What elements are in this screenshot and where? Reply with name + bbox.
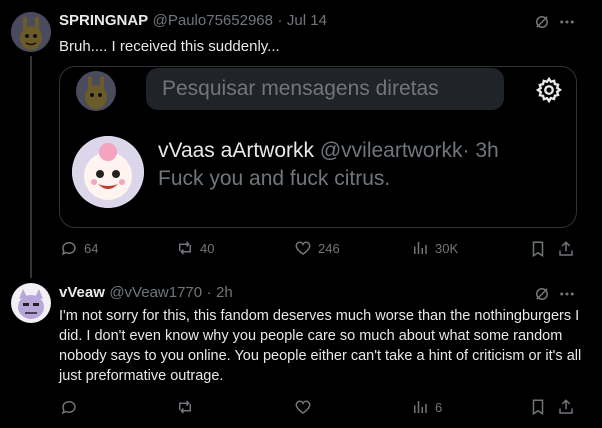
timestamp[interactable]: Jul 14 [287, 12, 327, 29]
views-count: 30K [435, 240, 459, 256]
tweet-text: Bruh.... I received this suddenly... [59, 38, 280, 55]
separator: · [277, 12, 283, 29]
repost-count: 40 [200, 240, 215, 256]
heart-icon [295, 400, 311, 414]
more-dots-icon[interactable] [558, 13, 576, 36]
reply-button[interactable]: 64 [60, 239, 98, 257]
search-input[interactable]: Pesquisar mensagens diretas [146, 68, 504, 110]
handle[interactable]: @vVeaw1770 [109, 284, 202, 301]
views-button[interactable]: 6 [411, 398, 442, 416]
dm-time: 3h [475, 139, 499, 162]
like-button[interactable] [294, 398, 312, 416]
embed-avatar [76, 71, 116, 111]
views-chart-icon [414, 401, 427, 413]
repost-button[interactable] [176, 398, 194, 416]
display-name[interactable]: SPRINGNAP [59, 12, 148, 29]
avatar-springnap[interactable] [11, 12, 51, 52]
dm-separator: · [462, 139, 470, 162]
repost-button[interactable]: 40 [176, 239, 214, 257]
bookmark-icon [532, 399, 544, 416]
dm-name: vVaas aArtworkk [158, 139, 314, 162]
more-dots-icon[interactable] [558, 285, 576, 308]
share-icon [559, 241, 573, 256]
dm-message: Fuck you and fuck citrus. [158, 167, 391, 190]
gear-icon[interactable] [535, 76, 563, 109]
timestamp[interactable]: 2h [216, 284, 233, 301]
tweet-text: I'm not sorry for this, this fandom dese… [59, 308, 582, 384]
views-button[interactable]: 30K [411, 239, 458, 257]
dm-handle: @vvileartworkk [319, 139, 463, 162]
tweet2-header: vVeaw @vVeaw1770 · 2h [59, 284, 233, 302]
reply-icon [61, 241, 76, 256]
share-icon [559, 399, 573, 414]
dm-header: vVaas aArtworkk @vvileartworkk· 3h [158, 139, 499, 163]
heart-icon [295, 241, 311, 255]
like-count: 246 [318, 240, 340, 256]
bookmark-icon [532, 241, 544, 258]
share-button[interactable] [557, 240, 575, 263]
grok-icon[interactable] [533, 13, 551, 36]
tweet1-header: SPRINGNAP @Paulo75652968 · Jul 14 [59, 12, 327, 30]
reply-button[interactable] [60, 398, 78, 416]
share-button[interactable] [557, 398, 575, 421]
separator: · [206, 284, 212, 301]
grok-icon[interactable] [533, 285, 551, 308]
handle[interactable]: @Paulo75652968 [153, 12, 273, 29]
repost-icon [179, 241, 191, 255]
bookmark-button[interactable] [529, 240, 547, 263]
reply-icon [61, 400, 76, 415]
reply-count: 64 [84, 240, 99, 256]
repost-icon [179, 400, 191, 414]
search-placeholder: Pesquisar mensagens diretas [162, 77, 439, 100]
thread-connector-line [30, 56, 32, 278]
views-count: 6 [435, 399, 443, 415]
avatar-vveaw[interactable] [11, 283, 51, 323]
views-chart-icon [414, 242, 427, 254]
embedded-image[interactable]: Pesquisar mensagens diretas vVaas aArtwo… [59, 66, 577, 228]
display-name[interactable]: vVeaw [59, 284, 105, 301]
dm-avatar [72, 136, 144, 208]
bookmark-button[interactable] [529, 398, 547, 421]
like-button[interactable]: 246 [294, 239, 340, 257]
